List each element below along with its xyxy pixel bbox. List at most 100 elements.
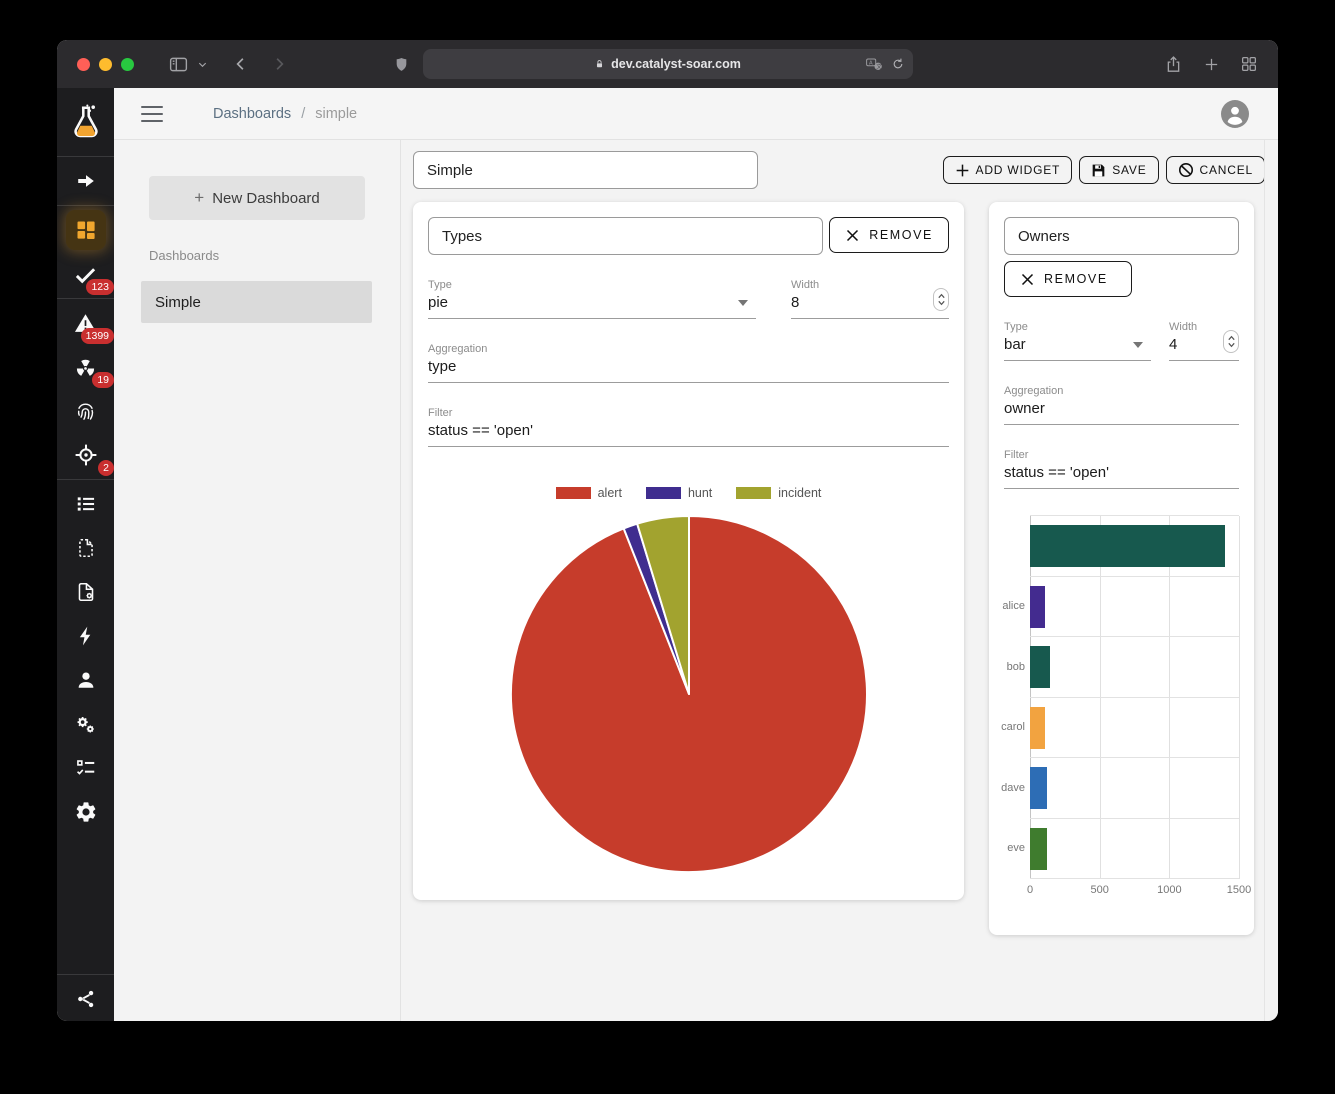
widget-type-select[interactable]: Type pie xyxy=(428,279,756,319)
save-button[interactable]: SAVE xyxy=(1079,156,1158,184)
number-stepper-icon[interactable] xyxy=(1223,330,1239,353)
editor-toolbar: ADD WIDGET SAVE CANCEL xyxy=(413,150,1265,190)
widget-width-input[interactable]: Width 8 xyxy=(791,279,949,319)
chevron-down-icon[interactable] xyxy=(197,59,208,70)
pie-chart xyxy=(505,510,873,878)
breadcrumb-separator: / xyxy=(301,106,305,122)
sidebar-item-checklist[interactable] xyxy=(57,746,114,790)
bar-bob xyxy=(1030,646,1050,688)
x-tick-label: 1000 xyxy=(1157,884,1181,896)
remove-widget-button[interactable]: REMOVE xyxy=(1004,261,1132,297)
number-stepper-icon[interactable] xyxy=(933,288,949,311)
sidebar-toggle-icon[interactable] xyxy=(168,54,189,75)
user-avatar[interactable] xyxy=(1221,100,1249,128)
browser-titlebar: dev.catalyst-soar.com A文 xyxy=(57,40,1278,88)
cancel-icon xyxy=(1178,162,1194,178)
sidebar-divider xyxy=(57,205,114,206)
lock-icon xyxy=(594,58,605,70)
sidebar-item-file-gear[interactable] xyxy=(57,570,114,614)
legend-item-incident: incident xyxy=(736,486,821,500)
bulleted-list-icon xyxy=(75,493,97,515)
dashboard-grid-icon xyxy=(74,218,98,242)
add-widget-button[interactable]: ADD WIDGET xyxy=(943,156,1073,184)
sidebar-item-check[interactable]: 123 xyxy=(57,252,114,296)
tab-overview-icon[interactable] xyxy=(1240,55,1258,73)
bar-chart: alicebobcaroldaveeve050010001500 xyxy=(1004,515,1239,901)
sidebar-divider xyxy=(57,298,114,299)
translate-icon[interactable]: A文 xyxy=(866,58,883,71)
address-bar[interactable]: dev.catalyst-soar.com A文 xyxy=(423,49,913,79)
x-axis: 050010001500 xyxy=(1030,879,1239,901)
plus-icon: + xyxy=(194,188,204,208)
sidebar-item-crosshair[interactable]: 2 xyxy=(57,433,114,477)
dashboard-name-input[interactable] xyxy=(413,151,758,189)
sidebar-item-bulleted-list[interactable] xyxy=(57,482,114,526)
widget-card-types: REMOVE Type pie xyxy=(413,202,964,900)
breadcrumb-current: simple xyxy=(315,106,357,122)
widget-title-input[interactable] xyxy=(428,217,823,255)
sidebar-item-gears[interactable] xyxy=(57,702,114,746)
legend-label: alert xyxy=(598,486,622,500)
menu-toggle-icon[interactable] xyxy=(141,106,163,122)
back-icon[interactable] xyxy=(232,55,250,73)
widget-aggregation-input[interactable]: Aggregation owner xyxy=(1004,385,1239,425)
widget-filter-input[interactable]: Filter status == 'open' xyxy=(428,407,949,447)
bar-dave xyxy=(1030,767,1047,809)
minimize-window-button[interactable] xyxy=(99,58,112,71)
sidebar-item-dashboard-grid[interactable] xyxy=(57,208,114,252)
sidebar-item-person[interactable] xyxy=(57,658,114,702)
widget-aggregation-input[interactable]: Aggregation type xyxy=(428,343,949,383)
new-tab-icon[interactable] xyxy=(1203,56,1220,73)
widget-type-select[interactable]: Type bar xyxy=(1004,321,1151,361)
share-icon xyxy=(75,988,97,1010)
forward-icon[interactable] xyxy=(270,55,288,73)
sidebar-item-file-dashed[interactable] xyxy=(57,526,114,570)
legend-label: incident xyxy=(778,486,821,500)
x-tick-label: 1500 xyxy=(1227,884,1251,896)
dashboard-list-item-simple[interactable]: Simple xyxy=(141,281,372,323)
category-label: dave xyxy=(1001,782,1025,794)
settings-gear-icon xyxy=(74,800,98,824)
bar-row-dave: dave xyxy=(1030,758,1239,819)
bar-eve xyxy=(1030,828,1047,870)
sidebar-item-share[interactable] xyxy=(57,977,114,1021)
category-label: carol xyxy=(1001,721,1025,733)
bar-chart-plot: alicebobcaroldaveeve xyxy=(1030,515,1239,879)
window-controls xyxy=(77,58,134,71)
sidebar-divider xyxy=(57,156,114,157)
sidebar-item-warning-triangle[interactable]: 1399 xyxy=(57,301,114,345)
bar-row-blank xyxy=(1030,516,1239,577)
sidebar-item-lightning-bolt[interactable] xyxy=(57,614,114,658)
new-dashboard-button[interactable]: + New Dashboard xyxy=(149,176,365,220)
remove-widget-button[interactable]: REMOVE xyxy=(829,217,949,253)
cancel-button[interactable]: CANCEL xyxy=(1166,156,1265,184)
widget-filter-input[interactable]: Filter status == 'open' xyxy=(1004,449,1239,489)
reload-icon[interactable] xyxy=(891,57,905,71)
legend-swatch xyxy=(736,487,771,499)
notification-badge: 123 xyxy=(86,279,114,296)
category-label: bob xyxy=(1001,661,1025,673)
app-logo xyxy=(57,98,114,146)
privacy-shield-icon[interactable] xyxy=(393,56,410,73)
panel-section-label: Dashboards xyxy=(149,248,400,263)
share-page-icon[interactable] xyxy=(1164,54,1183,75)
widget-width-input[interactable]: Width 4 xyxy=(1169,321,1239,361)
legend-label: hunt xyxy=(688,486,712,500)
widget-title-input[interactable] xyxy=(1004,217,1239,255)
arrow-right-icon xyxy=(75,170,97,192)
sidebar-item-radiation[interactable]: 19 xyxy=(57,345,114,389)
legend-item-alert: alert xyxy=(556,486,622,500)
lightning-bolt-icon xyxy=(75,625,97,647)
sidebar-item-arrow-right[interactable] xyxy=(57,159,114,203)
breadcrumb-dashboards-link[interactable]: Dashboards xyxy=(213,106,291,122)
person-icon xyxy=(75,669,97,691)
zoom-window-button[interactable] xyxy=(121,58,134,71)
dashboard-editor: ADD WIDGET SAVE CANCEL xyxy=(401,140,1278,1021)
file-gear-icon xyxy=(75,581,97,603)
bar-blank xyxy=(1030,525,1225,567)
notification-badge: 1399 xyxy=(81,328,114,345)
gridline xyxy=(1239,516,1240,879)
sidebar-item-settings-gear[interactable] xyxy=(57,790,114,834)
close-window-button[interactable] xyxy=(77,58,90,71)
sidebar-item-fingerprint[interactable] xyxy=(57,389,114,433)
